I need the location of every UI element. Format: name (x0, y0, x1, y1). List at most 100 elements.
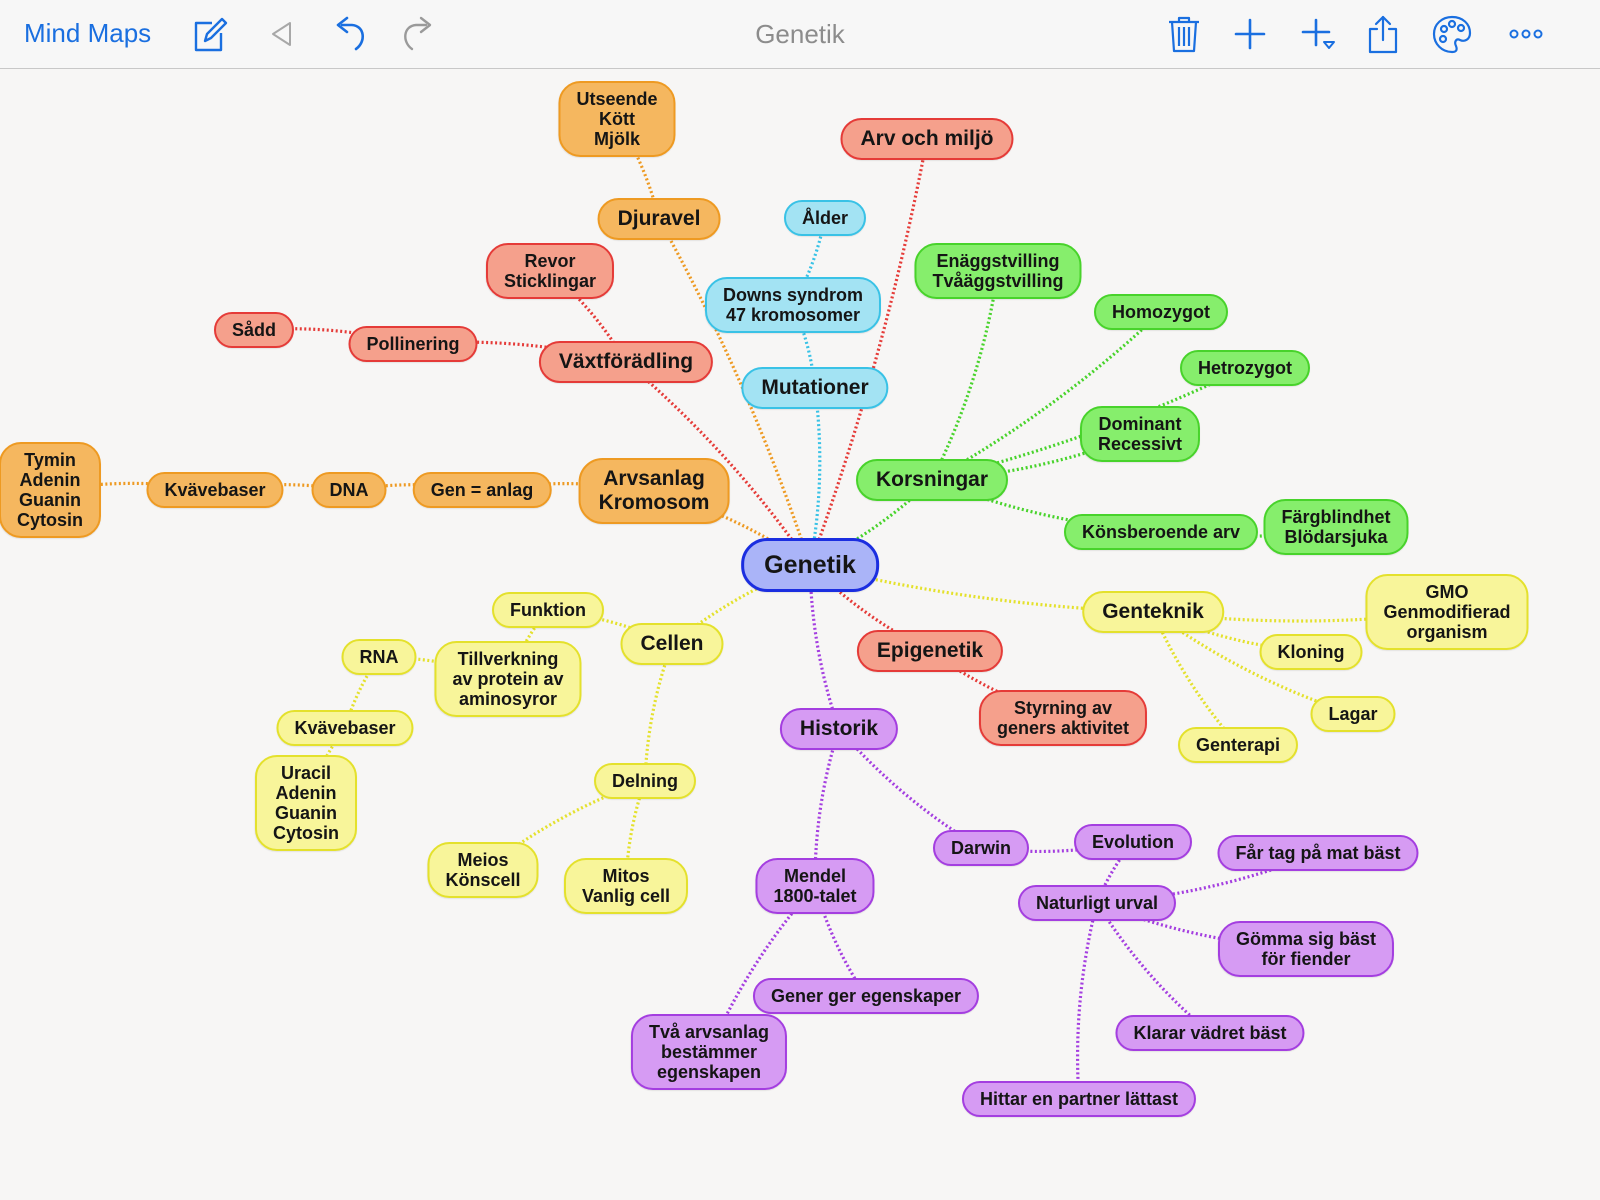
node-label: Gener ger egenskaper (770, 986, 962, 1006)
node-label: Lagar (1328, 704, 1378, 724)
add-child-icon[interactable] (1296, 12, 1340, 56)
share-icon[interactable] (1361, 12, 1405, 56)
node-lagar[interactable]: Lagar (1310, 696, 1396, 732)
node-hittar[interactable]: Hittar en partner lättast (961, 1081, 1197, 1117)
node-label: Hetrozygot (1198, 358, 1292, 378)
connector-naturligt-urval-hittar (1075, 902, 1099, 1100)
node-label: Gömma sig bäst (1235, 929, 1377, 949)
node-delning[interactable]: Delning (594, 763, 696, 799)
node-label: organism (1406, 622, 1488, 642)
node-label: Kvävebaser (294, 718, 396, 738)
node-klarar[interactable]: Klarar vädret bäst (1115, 1015, 1305, 1051)
node-mitos[interactable]: Mitos Vanlig cell (563, 858, 689, 914)
node-mendel[interactable]: Mendel 1800-talet (755, 858, 875, 914)
node-vaxtforadling[interactable]: Växtförädling (538, 341, 714, 383)
node-label: Arv och miljö (860, 127, 994, 150)
node-label: Adenin (19, 470, 81, 490)
node-label: Kvävebaser (164, 480, 266, 500)
node-downs[interactable]: Downs syndrom 47 kromosomer (704, 277, 882, 333)
node-kvavebaser-y[interactable]: Kvävebaser (276, 710, 414, 746)
node-label: Korsningar (875, 468, 989, 491)
node-revor[interactable]: Revor Sticklingar (485, 243, 615, 299)
node-historik[interactable]: Historik (779, 708, 899, 750)
node-alder[interactable]: Ålder (783, 200, 867, 236)
node-styrning[interactable]: Styrning av geners aktivitet (978, 690, 1148, 746)
node-evolution[interactable]: Evolution (1074, 824, 1192, 860)
palette-icon[interactable] (1430, 12, 1474, 56)
node-label: Genmodifierad (1383, 602, 1511, 622)
node-label: Ålder (801, 208, 849, 228)
node-dominant[interactable]: Dominant Recessivt (1079, 406, 1201, 462)
node-genteknik[interactable]: Genteknik (1082, 591, 1224, 633)
trash-icon[interactable] (1162, 12, 1206, 56)
node-homozygot[interactable]: Homozygot (1094, 294, 1228, 330)
node-kloning[interactable]: Kloning (1259, 634, 1363, 670)
document-title: Genetik (755, 19, 845, 49)
node-label: DNA (329, 480, 369, 500)
node-label: för fiender (1261, 949, 1351, 969)
node-label: Cellen (640, 632, 704, 655)
node-epigenetik[interactable]: Epigenetik (856, 630, 1004, 672)
node-tva-arvsanlag[interactable]: Två arvsanlag bestämmer egenskapen (630, 1014, 788, 1090)
node-cellen[interactable]: Cellen (620, 623, 724, 665)
back-icon[interactable] (260, 12, 304, 56)
node-arv-miljo[interactable]: Arv och miljö (840, 118, 1014, 160)
node-label: Genteknik (1102, 600, 1204, 623)
node-fargblindhet[interactable]: Färgblindhet Blödarsjuka (1263, 499, 1409, 555)
node-label: Kromosom (598, 491, 710, 514)
edit-icon[interactable] (188, 12, 232, 56)
node-uracil[interactable]: Uracil Adenin Guanin Cytosin (254, 755, 358, 851)
node-label: Meios (457, 850, 509, 870)
node-label: Klarar vädret bäst (1133, 1023, 1287, 1043)
add-icon[interactable] (1228, 12, 1272, 56)
node-label: Tymin (24, 450, 76, 470)
node-genterapi[interactable]: Genterapi (1177, 727, 1299, 763)
node-naturligt-urval[interactable]: Naturligt urval (1017, 885, 1177, 921)
node-hetrozygot[interactable]: Hetrozygot (1180, 350, 1310, 386)
node-label: Historik (799, 717, 879, 740)
node-rna[interactable]: RNA (341, 639, 417, 675)
node-sadd[interactable]: Sådd (213, 312, 295, 348)
node-label: Genterapi (1195, 735, 1281, 755)
node-label: Kloning (1277, 642, 1345, 662)
node-label: 1800-talet (773, 886, 857, 906)
node-far-tag[interactable]: Får tag på mat bäst (1217, 835, 1419, 871)
node-genetik[interactable]: Genetik (741, 538, 879, 592)
node-label: Färgblindhet (1281, 507, 1391, 527)
node-gmo[interactable]: GMO Genmodifierad organism (1365, 574, 1529, 650)
node-utseende[interactable]: Utseende Kött Mjölk (558, 81, 676, 157)
redo-icon[interactable] (396, 12, 440, 56)
mind-maps-back-button[interactable]: Mind Maps (24, 18, 151, 49)
node-funktion[interactable]: Funktion (492, 592, 604, 628)
node-label: Downs syndrom (722, 285, 864, 305)
toolbar: Mind Maps Genetik (0, 0, 1600, 69)
node-konsberoende[interactable]: Könsberoende arv (1063, 514, 1259, 550)
node-label: Dominant (1098, 414, 1182, 434)
node-tillverkning[interactable]: Tillverkning av protein av aminosyror (434, 641, 582, 717)
node-label: Naturligt urval (1035, 893, 1159, 913)
node-arvsanlag[interactable]: Arvsanlag Kromosom (578, 458, 730, 524)
node-tymin[interactable]: Tymin Adenin Guanin Cytosin (0, 442, 102, 538)
node-darwin[interactable]: Darwin (932, 830, 1030, 866)
mind-map-canvas[interactable]: Genetik Arvsanlag Kromosom Gen = anlag DNA Kv… (0, 69, 1600, 1200)
node-label: aminosyror (458, 689, 558, 709)
node-label: Vanlig cell (581, 886, 671, 906)
connector-korsningar-enaggs (930, 270, 1000, 481)
node-korsningar[interactable]: Korsningar (855, 459, 1009, 501)
node-enaggs[interactable]: Enäggstvilling Tvåäggstvilling (914, 243, 1082, 299)
more-icon[interactable] (1504, 12, 1548, 56)
node-mutationer[interactable]: Mutationer (741, 367, 889, 409)
node-kvavebaser-o[interactable]: Kvävebaser (146, 472, 284, 508)
node-label: Cytosin (272, 823, 340, 843)
node-label: egenskapen (656, 1062, 762, 1082)
node-meios[interactable]: Meios Könscell (427, 842, 539, 898)
node-gen-anlag[interactable]: Gen = anlag (412, 472, 552, 508)
node-djuravel[interactable]: Djuravel (597, 198, 721, 240)
node-dna[interactable]: DNA (311, 472, 387, 508)
node-gomma[interactable]: Gömma sig bäst för fiender (1217, 921, 1395, 977)
node-gener-ger[interactable]: Gener ger egenskaper (752, 978, 980, 1014)
node-label: Hittar en partner lättast (979, 1089, 1179, 1109)
node-label: av protein av (452, 669, 564, 689)
node-pollinering[interactable]: Pollinering (348, 326, 478, 362)
undo-icon[interactable] (328, 12, 372, 56)
